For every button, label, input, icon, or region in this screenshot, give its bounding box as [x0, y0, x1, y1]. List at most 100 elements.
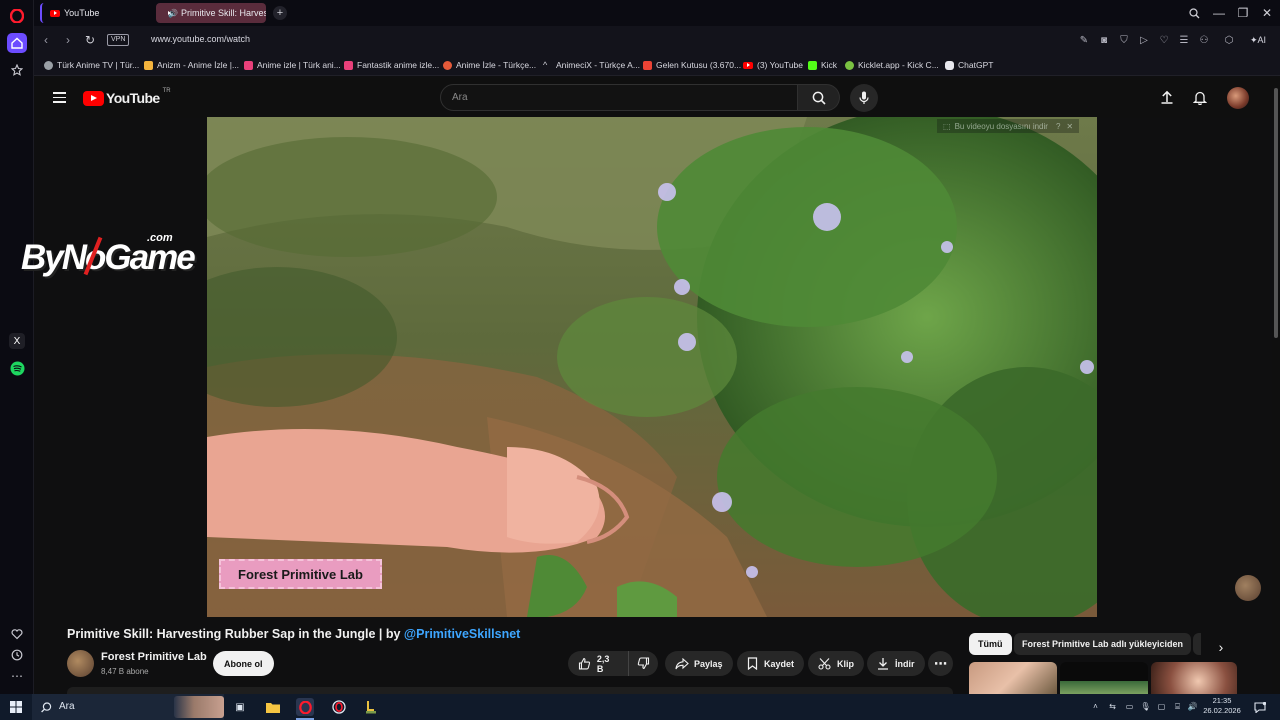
related-video-thumbnail[interactable]: [969, 662, 1057, 694]
aria-ai-button[interactable]: ✦ AI: [1244, 33, 1272, 47]
taskbar-search-box[interactable]: Ara: [32, 694, 224, 720]
scrollbar-thumb[interactable]: [1274, 88, 1278, 338]
bookmark-favicon-icon: [144, 60, 153, 70]
channel-watermark-avatar[interactable]: [1235, 575, 1261, 601]
download-button[interactable]: İndir: [867, 651, 925, 676]
tray-camera-icon[interactable]: ▭: [1124, 701, 1135, 712]
microphone-icon[interactable]: 🎙: [1140, 701, 1151, 712]
restore-button[interactable]: ❐: [1234, 4, 1252, 22]
channel-avatar[interactable]: [67, 650, 94, 677]
notifications-bell-icon[interactable]: [1192, 90, 1208, 110]
taskbar-clock[interactable]: 21:35 26.02.2026: [1201, 696, 1243, 716]
chip-partial[interactable]: [1193, 633, 1201, 655]
search-tabs-icon[interactable]: [1185, 4, 1203, 22]
tray-screen-icon[interactable]: ▢: [1156, 701, 1167, 712]
bookmark-item[interactable]: ^ AnimeciX - Türkçe A...: [543, 59, 640, 71]
description-box[interactable]: [67, 687, 953, 694]
bookmark-item[interactable]: Kicklet.app - Kick C...: [845, 59, 939, 71]
bookmark-item[interactable]: Fantastik anime izle...: [344, 59, 439, 71]
related-video-thumbnail[interactable]: [1060, 662, 1148, 694]
download-video-overlay[interactable]: ⬚ Bu videoyu dosyasını indir ? ✕: [937, 119, 1080, 133]
star-icon[interactable]: [7, 60, 27, 80]
close-overlay-icon[interactable]: ✕: [1066, 122, 1073, 131]
upload-icon[interactable]: [1160, 90, 1174, 109]
video-title-handle-link[interactable]: @PrimitiveSkillsnet: [404, 627, 520, 641]
page-scrollbar[interactable]: [1272, 78, 1280, 694]
more-icon[interactable]: ⋯: [7, 666, 27, 686]
guide-menu-icon[interactable]: [53, 89, 66, 106]
chip-all[interactable]: Tümü: [969, 633, 1012, 655]
notification-center-icon[interactable]: [1253, 700, 1267, 714]
bookmark-favicon-icon: [344, 60, 353, 70]
bookmark-item[interactable]: Gelen Kutusu (3.670...: [643, 59, 741, 71]
x-twitter-icon[interactable]: X: [7, 331, 27, 351]
like-dislike-group: 2,3 B: [568, 651, 658, 676]
tab-youtube[interactable]: YouTube: [40, 3, 150, 23]
avatar[interactable]: [1227, 87, 1249, 109]
related-video-thumbnail[interactable]: [1151, 662, 1237, 694]
voice-search-button[interactable]: [850, 84, 878, 112]
subscribe-button[interactable]: Abone ol: [213, 651, 274, 676]
back-icon[interactable]: ‹: [38, 32, 54, 48]
heart-icon[interactable]: [7, 624, 27, 644]
home-icon[interactable]: [7, 33, 27, 53]
camera-icon[interactable]: ◙: [1097, 33, 1111, 47]
bookmark-favicon-icon: [244, 60, 253, 70]
spotify-icon[interactable]: [7, 358, 27, 378]
more-actions-button[interactable]: ⋯: [928, 651, 953, 676]
windows-start-icon[interactable]: [7, 698, 25, 716]
opera-gx-taskbar-icon[interactable]: [330, 698, 348, 716]
share-button[interactable]: Paylaş: [665, 651, 733, 676]
bookmark-item[interactable]: Türk Anime TV | Tür...: [44, 59, 139, 71]
search-input[interactable]: Ara: [440, 84, 798, 111]
edit-icon[interactable]: ✎: [1077, 33, 1091, 47]
bookmark-item[interactable]: (3) YouTube: [743, 59, 803, 71]
file-explorer-icon[interactable]: [264, 698, 282, 716]
bookmark-item[interactable]: Anime İzle - Türkçe...: [443, 59, 536, 71]
bookmark-item[interactable]: Anizm - Anime İzle |...: [144, 59, 239, 71]
like-button[interactable]: 2,3 B: [568, 651, 629, 676]
bookmark-label: Türk Anime TV | Tür...: [57, 60, 140, 70]
search-button[interactable]: [798, 84, 840, 111]
opera-logo-icon[interactable]: [7, 6, 27, 26]
clip-button[interactable]: Klip: [808, 651, 864, 676]
close-window-button[interactable]: ✕: [1258, 4, 1276, 22]
vpn-badge[interactable]: VPN: [107, 34, 130, 46]
save-button[interactable]: Kaydet: [737, 651, 805, 676]
channel-name[interactable]: Forest Primitive Lab: [101, 651, 207, 663]
heart-icon[interactable]: ♡: [1157, 33, 1171, 47]
bookmark-item[interactable]: ChatGPT: [945, 59, 993, 71]
volume-icon[interactable]: 🔊: [1187, 701, 1198, 712]
new-tab-button[interactable]: +: [273, 6, 287, 20]
forward-icon[interactable]: ›: [60, 32, 76, 48]
bookmark-item[interactable]: Kick: [808, 59, 837, 71]
reload-icon[interactable]: ↻: [82, 32, 98, 48]
menu-lines-icon[interactable]: ☰: [1177, 33, 1191, 47]
chip-from-uploader[interactable]: Forest Primitive Lab adlı yükleyiciden: [1014, 633, 1192, 655]
bookmark-item[interactable]: Anime izle | Türk ani...: [244, 59, 341, 71]
opera-sidebar: X ⋯: [0, 0, 34, 694]
address-bar: ‹ › ↻ VPN www.youtube.com/watch ✎ ◙ ⛉ ▷ …: [34, 26, 1280, 54]
bookmark-label: Kicklet.app - Kick C...: [858, 60, 939, 70]
tab-primitive-skill[interactable]: 🔊 Primitive Skill: Harvest: [156, 3, 266, 23]
player-icon[interactable]: ▷: [1137, 33, 1151, 47]
show-hidden-icons[interactable]: ˄: [1090, 701, 1101, 712]
extensions-icon[interactable]: ⬡: [1222, 33, 1236, 47]
minimize-button[interactable]: —: [1210, 4, 1228, 22]
bookmark-label: Anime izle | Türk ani...: [257, 60, 341, 70]
chevron-right-icon[interactable]: ›: [1210, 636, 1232, 658]
youtube-logo-icon: [83, 90, 104, 106]
youtube-logo[interactable]: YouTube TR: [83, 88, 171, 106]
network-icon[interactable]: ⌸: [1172, 701, 1183, 712]
history-icon[interactable]: [7, 645, 27, 665]
opera-taskbar-icon[interactable]: [296, 698, 314, 716]
dislike-button[interactable]: [629, 651, 658, 676]
url-field[interactable]: www.youtube.com/watch: [151, 34, 250, 44]
app-shortcut-icon[interactable]: [362, 698, 380, 716]
profile-icon[interactable]: ⚇: [1197, 33, 1211, 47]
tray-app-icon[interactable]: ⇆: [1107, 701, 1118, 712]
shield-icon[interactable]: ⛉: [1117, 33, 1131, 47]
video-player[interactable]: ⬚ Bu videoyu dosyasını indir ? ✕ Forest …: [207, 117, 1097, 617]
help-icon[interactable]: ?: [1056, 122, 1060, 131]
task-view-icon[interactable]: ▣: [231, 698, 249, 716]
